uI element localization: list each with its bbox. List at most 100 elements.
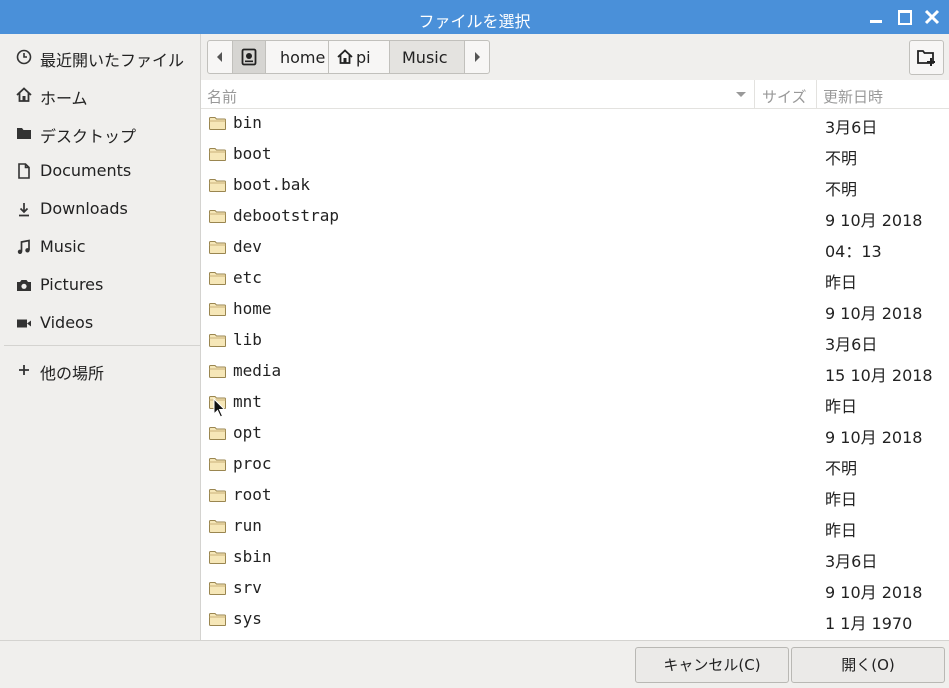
file-row[interactable]: proc 不明 xyxy=(201,449,949,480)
file-row[interactable]: home 9 10月 2018 xyxy=(201,294,949,325)
close-button[interactable] xyxy=(922,7,942,27)
file-name: media xyxy=(233,361,282,380)
file-row[interactable]: root 昨日 xyxy=(201,480,949,511)
file-name: sys xyxy=(233,609,262,628)
folder-icon xyxy=(209,210,226,223)
file-row[interactable]: sys 1 1月 1970 xyxy=(201,604,949,635)
file-row[interactable]: etc 昨日 xyxy=(201,263,949,294)
sidebar-item-other-locations[interactable]: 他の場所 xyxy=(0,350,200,388)
path-segment-music[interactable]: Music xyxy=(390,41,465,73)
file-name: srv xyxy=(233,578,262,597)
sidebar-item-desktop[interactable]: デスクトップ xyxy=(0,113,200,151)
sidebar-item-downloads[interactable]: Downloads xyxy=(0,189,200,227)
document-icon xyxy=(18,163,30,179)
path-segment-root[interactable] xyxy=(233,41,266,73)
cancel-button[interactable]: キャンセル(C) xyxy=(635,647,789,683)
path-scroll-left-button[interactable] xyxy=(208,41,233,73)
file-modified: 3月6日 xyxy=(825,552,878,571)
path-bar: home pi Music xyxy=(207,40,490,74)
places-sidebar: 最近開いたファイル ホーム デスクトップ Documents Downloads… xyxy=(0,34,201,640)
download-icon xyxy=(19,203,29,217)
file-row[interactable]: boot 不明 xyxy=(201,139,949,170)
sidebar-item-label: 最近開いたファイル xyxy=(40,51,185,70)
sidebar-item-documents[interactable]: Documents xyxy=(0,151,200,189)
file-row[interactable]: sbin 3月6日 xyxy=(201,542,949,573)
column-modified-header[interactable]: 更新日時 xyxy=(823,86,883,107)
window-title: ファイルを選択 xyxy=(418,12,531,31)
column-divider xyxy=(816,80,817,108)
file-row[interactable]: srv 9 10月 2018 xyxy=(201,573,949,604)
folder-icon xyxy=(209,489,226,502)
path-segment-home[interactable]: home xyxy=(266,41,329,73)
sidebar-separator xyxy=(4,345,200,346)
file-row[interactable]: debootstrap 9 10月 2018 xyxy=(201,201,949,232)
file-name: run xyxy=(233,516,262,535)
music-icon xyxy=(17,239,30,254)
file-modified: 昨日 xyxy=(825,490,858,509)
file-modified: 9 10月 2018 xyxy=(825,211,923,230)
path-segment-label: pi xyxy=(356,48,371,67)
sidebar-item-label: ホーム xyxy=(40,89,88,108)
sidebar-item-label: Videos xyxy=(40,313,94,332)
column-size-header[interactable]: サイズ xyxy=(762,86,807,107)
chevron-right-icon xyxy=(475,52,480,62)
file-name: debootstrap xyxy=(233,206,339,225)
folder-icon xyxy=(209,458,226,471)
sidebar-item-label: デスクトップ xyxy=(40,127,137,146)
file-modified: 9 10月 2018 xyxy=(825,583,923,602)
file-modified: 昨日 xyxy=(825,273,858,292)
maximize-button[interactable] xyxy=(895,7,915,27)
sidebar-item-recent[interactable]: 最近開いたファイル xyxy=(0,37,200,75)
file-name: etc xyxy=(233,268,262,287)
file-name: lib xyxy=(233,330,262,349)
clock-icon xyxy=(16,49,32,65)
home-icon xyxy=(16,87,32,102)
file-modified: 不明 xyxy=(825,149,858,168)
camera-icon xyxy=(17,280,31,291)
file-name: boot.bak xyxy=(233,175,311,194)
file-row[interactable]: lib 3月6日 xyxy=(201,325,949,356)
sidebar-item-videos[interactable]: Videos xyxy=(0,303,200,341)
folder-icon xyxy=(209,303,226,316)
folder-icon xyxy=(209,179,226,192)
sidebar-item-label: Downloads xyxy=(40,199,128,218)
new-folder-icon xyxy=(917,50,935,66)
path-segment-label: Music xyxy=(402,48,448,67)
folder-icon xyxy=(209,334,226,347)
folder-icon xyxy=(209,551,226,564)
file-row[interactable]: dev 04：13 xyxy=(201,232,949,263)
path-scroll-right-button[interactable] xyxy=(465,41,489,73)
path-segment-pi[interactable]: pi xyxy=(329,41,390,73)
folder-icon xyxy=(209,148,226,161)
column-name-header[interactable]: 名前 xyxy=(207,86,237,107)
file-name: sbin xyxy=(233,547,272,566)
file-name: bin xyxy=(233,113,262,132)
sidebar-item-music[interactable]: Music xyxy=(0,227,200,265)
file-name: dev xyxy=(233,237,262,256)
folder-icon xyxy=(209,582,226,595)
open-button[interactable]: 開く(O) xyxy=(791,647,945,683)
folder-icon xyxy=(209,365,226,378)
file-modified: 不明 xyxy=(825,180,858,199)
minimize-icon xyxy=(870,20,882,23)
file-row[interactable]: media 15 10月 2018 xyxy=(201,356,949,387)
file-modified: 9 10月 2018 xyxy=(825,428,923,447)
sidebar-item-home[interactable]: ホーム xyxy=(0,75,200,113)
file-row[interactable]: mnt 昨日 xyxy=(201,387,949,418)
folder-icon xyxy=(209,613,226,626)
file-name: mnt xyxy=(233,392,262,411)
file-row[interactable]: opt 9 10月 2018 xyxy=(201,418,949,449)
file-modified: 9 10月 2018 xyxy=(825,304,923,323)
file-list: 名前 サイズ 更新日時 bin 3月6日 boot 不明 boot.bak 不明 deboo… xyxy=(201,80,949,640)
sidebar-item-pictures[interactable]: Pictures xyxy=(0,265,200,303)
minimize-button[interactable] xyxy=(866,7,886,27)
file-name: opt xyxy=(233,423,262,442)
file-row[interactable]: bin 3月6日 xyxy=(201,108,949,139)
path-segment-label: home xyxy=(280,48,326,67)
file-name: boot xyxy=(233,144,272,163)
file-name: proc xyxy=(233,454,272,473)
file-row[interactable]: boot.bak 不明 xyxy=(201,170,949,201)
new-folder-button[interactable] xyxy=(909,40,944,75)
file-modified: 1 1月 1970 xyxy=(825,614,913,633)
file-row[interactable]: run 昨日 xyxy=(201,511,949,542)
